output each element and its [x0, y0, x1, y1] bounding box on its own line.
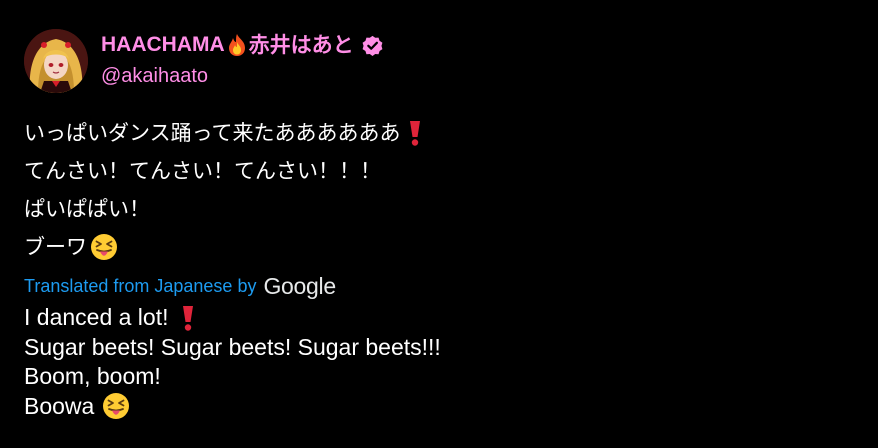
- tweet-original-text: いっぱいダンス踊って来たああああああ てんさい！てんさい！てんさい！！！ ぱいぱ…: [24, 114, 864, 266]
- translated-line: I danced a lot!: [24, 303, 864, 333]
- translation-attribution[interactable]: Translated from Japanese by Google: [24, 272, 336, 300]
- original-line-text: いっぱいダンス踊って来たああああああ: [24, 121, 401, 145]
- avatar-image: [24, 29, 88, 93]
- google-logo: Google: [263, 272, 336, 299]
- user-handle[interactable]: @akaihaato: [101, 62, 385, 90]
- original-line: てんさい！てんさい！てんさい！！！: [24, 152, 864, 190]
- translated-line: Sugar beets! Sugar beets! Sugar beets!!!: [24, 333, 864, 363]
- original-line-text: ブーワ: [24, 235, 87, 259]
- tweet-header: HAACHAMA 赤井はあと @akaihaato: [101, 30, 385, 90]
- original-line: ブーワ: [24, 228, 864, 266]
- verified-badge-icon[interactable]: [360, 33, 385, 58]
- heavy-exclamation-icon: [404, 118, 426, 148]
- display-name-jp[interactable]: 赤井はあと: [249, 30, 354, 60]
- translated-from-label[interactable]: Translated from Japanese by: [24, 276, 256, 297]
- tweet-translated-text: I danced a lot! Sugar beets! Sugar beets…: [24, 303, 864, 421]
- translated-line-text: Boowa: [24, 392, 95, 419]
- squinting-tongue-face-icon: [90, 233, 118, 261]
- original-line: いっぱいダンス踊って来たああああああ: [24, 114, 864, 152]
- fire-icon: [226, 33, 248, 57]
- tweet: HAACHAMA 赤井はあと @akaihaato いっぱいダンス踊って来たああ…: [0, 0, 878, 448]
- original-line-text: てんさい！てんさい！てんさい！！！: [24, 159, 381, 183]
- squinting-tongue-face-icon: [102, 392, 130, 420]
- original-line-text: ぱいぱぱい！: [24, 197, 150, 221]
- translated-line: Boom, boom!: [24, 362, 864, 392]
- heavy-exclamation-icon: [177, 303, 199, 333]
- translated-line: Boowa: [24, 392, 864, 422]
- translated-line-text: I danced a lot!: [24, 304, 169, 330]
- translated-line-text: Sugar beets! Sugar beets! Sugar beets!!!: [24, 333, 441, 360]
- avatar[interactable]: [24, 29, 88, 93]
- translated-line-text: Boom, boom!: [24, 363, 161, 389]
- name-row[interactable]: HAACHAMA 赤井はあと: [101, 30, 385, 60]
- original-line: ぱいぱぱい！: [24, 190, 864, 228]
- display-name[interactable]: HAACHAMA: [101, 30, 225, 60]
